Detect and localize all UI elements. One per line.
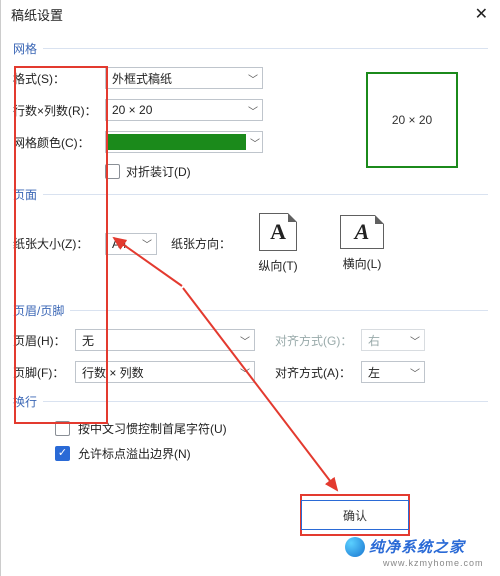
footer-align-combo[interactable]: 左 ﹀ bbox=[361, 361, 425, 383]
group-grid: 网格 20 × 20 格式(S)： 外框式稿纸 ﹀ 行数×列数(R)： 20 ×… bbox=[13, 40, 488, 180]
footer-label: 页脚(F)： bbox=[13, 364, 75, 381]
rowscols-value: 20 × 20 bbox=[112, 103, 152, 117]
footer-align-value: 左 bbox=[368, 364, 380, 381]
divider bbox=[70, 310, 488, 311]
manuscript-settings-dialog: 稿纸设置 ✕ 网格 20 × 20 格式(S)： 外框式稿纸 ﹀ 行数×列数(R… bbox=[0, 0, 500, 576]
divider bbox=[43, 194, 488, 195]
watermark-logo-icon bbox=[345, 537, 365, 557]
footer-value: 行数 × 列数 bbox=[82, 364, 144, 381]
watermark-brand: 纯净系统之家 bbox=[369, 536, 465, 557]
chevron-down-icon: ﹀ bbox=[248, 103, 258, 118]
group-wrap-label: 换行 bbox=[13, 393, 37, 410]
chevron-down-icon: ﹀ bbox=[240, 365, 250, 380]
group-headerfooter: 页眉/页脚 页眉(H)： 无 ﹀ 对齐方式(G)： 右 ﹀ 页脚(F)： 行数 … bbox=[13, 302, 488, 383]
format-combo[interactable]: 外框式稿纸 ﹀ bbox=[105, 67, 263, 89]
orientation-label: 纸张方向： bbox=[171, 235, 231, 252]
chevron-down-icon: ﹀ bbox=[240, 333, 250, 348]
format-value: 外框式稿纸 bbox=[112, 70, 172, 87]
grid-preview: 20 × 20 bbox=[366, 72, 458, 168]
orientation-portrait[interactable]: A 纵向(T) bbox=[243, 213, 313, 274]
group-hf-label: 页眉/页脚 bbox=[13, 302, 64, 319]
header-combo[interactable]: 无 ﹀ bbox=[75, 329, 255, 351]
cjk-wrap-label: 按中文习惯控制首尾字符(U) bbox=[78, 420, 227, 437]
punct-overflow-label: 允许标点溢出边界(N) bbox=[78, 445, 191, 462]
chevron-down-icon: ﹀ bbox=[142, 236, 152, 251]
footer-align-label: 对齐方式(A)： bbox=[275, 364, 361, 381]
grid-preview-text: 20 × 20 bbox=[392, 113, 432, 127]
fold-checkbox[interactable] bbox=[105, 164, 120, 179]
punct-overflow-checkbox[interactable]: ✓ bbox=[55, 446, 70, 461]
orientation-landscape[interactable]: A 横向(L) bbox=[327, 215, 397, 272]
rowscols-label: 行数×列数(R)： bbox=[13, 102, 105, 119]
group-wrap: 换行 按中文习惯控制首尾字符(U) ✓ 允许标点溢出边界(N) bbox=[13, 393, 488, 462]
dialog-title: 稿纸设置 bbox=[11, 5, 63, 24]
titlebar: 稿纸设置 ✕ bbox=[1, 0, 500, 28]
header-align-combo: 右 ﹀ bbox=[361, 329, 425, 351]
pagesize-combo[interactable]: A4 ﹀ bbox=[105, 233, 157, 255]
header-label: 页眉(H)： bbox=[13, 332, 75, 349]
header-value: 无 bbox=[82, 332, 94, 349]
watermark: 纯净系统之家 bbox=[345, 536, 465, 557]
close-icon[interactable]: ✕ bbox=[471, 4, 492, 24]
ok-button-label: 确认 bbox=[343, 507, 367, 524]
pagesize-value: A4 bbox=[112, 237, 127, 251]
portrait-icon: A bbox=[259, 213, 297, 251]
group-page: 页面 纸张大小(Z)： A4 ﹀ 纸张方向： A 纵向(T) bbox=[13, 186, 488, 274]
portrait-caption: 纵向(T) bbox=[258, 257, 297, 274]
footer-combo[interactable]: 行数 × 列数 ﹀ bbox=[75, 361, 255, 383]
landscape-caption: 横向(L) bbox=[343, 255, 382, 272]
pagesize-label: 纸张大小(Z)： bbox=[13, 235, 105, 252]
gridcolor-combo[interactable]: ﹀ bbox=[105, 131, 263, 153]
divider bbox=[43, 401, 488, 402]
divider bbox=[43, 48, 488, 49]
fold-label: 对折装订(D) bbox=[126, 163, 191, 180]
header-align-value: 右 bbox=[368, 332, 380, 349]
header-align-label: 对齐方式(G)： bbox=[275, 332, 361, 349]
cjk-wrap-checkbox[interactable] bbox=[55, 421, 70, 436]
gridcolor-label: 网格颜色(C)： bbox=[13, 134, 105, 151]
format-label: 格式(S)： bbox=[13, 70, 105, 87]
group-grid-label: 网格 bbox=[13, 40, 37, 57]
rowscols-combo[interactable]: 20 × 20 ﹀ bbox=[105, 99, 263, 121]
group-page-label: 页面 bbox=[13, 186, 37, 203]
ok-button[interactable]: 确认 bbox=[301, 500, 409, 530]
landscape-icon: A bbox=[340, 215, 384, 249]
chevron-down-icon: ﹀ bbox=[410, 365, 420, 380]
chevron-down-icon: ﹀ bbox=[250, 135, 260, 150]
watermark-url: www.kzmyhome.com bbox=[383, 558, 484, 568]
color-swatch bbox=[108, 134, 246, 150]
chevron-down-icon: ﹀ bbox=[410, 333, 420, 348]
chevron-down-icon: ﹀ bbox=[248, 71, 258, 86]
